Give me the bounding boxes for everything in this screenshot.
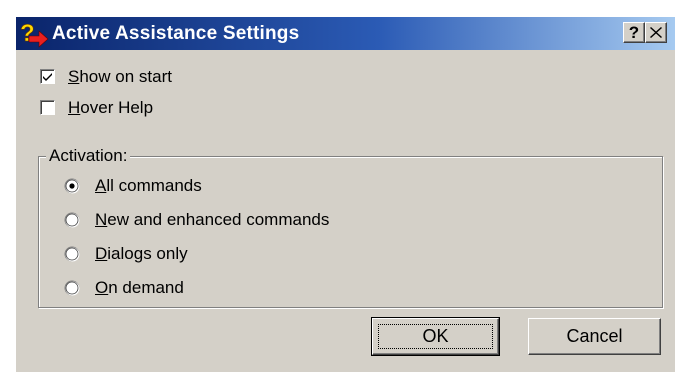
hover-help-checkbox[interactable] <box>40 100 55 115</box>
radio-button[interactable] <box>64 246 80 262</box>
radio-button[interactable] <box>64 212 80 228</box>
all-commands-label: All commands <box>95 176 202 195</box>
show-on-start-checkbox[interactable] <box>40 69 55 84</box>
checkmark-icon <box>43 73 52 81</box>
new-enhanced-commands-label: New and enhanced commands <box>95 210 330 229</box>
help-arrow-icon: ? <box>20 20 49 48</box>
window-title: Active Assistance Settings <box>52 23 300 44</box>
on-demand-label: On demand <box>95 278 184 297</box>
activation-legend: Activation: <box>46 145 131 167</box>
radio-button-selected[interactable] <box>64 178 80 194</box>
hover-help-label: Hover Help <box>68 98 154 117</box>
radio-button[interactable] <box>64 280 80 296</box>
dialog-window: ? Active Assistance Settings ? Show on s… <box>14 15 675 372</box>
svg-text:?: ? <box>20 20 35 47</box>
ok-label: OK <box>422 326 449 346</box>
dialogs-only-label: Dialogs only <box>95 244 188 263</box>
title-bar[interactable]: ? Active Assistance Settings ? <box>16 17 675 50</box>
close-button[interactable] <box>645 22 667 43</box>
close-icon <box>650 27 662 38</box>
cancel-button[interactable]: Cancel <box>528 318 661 355</box>
help-button[interactable]: ? <box>623 22 645 43</box>
ok-button[interactable]: OK <box>371 317 500 356</box>
show-on-start-label: Show on start <box>68 67 172 86</box>
